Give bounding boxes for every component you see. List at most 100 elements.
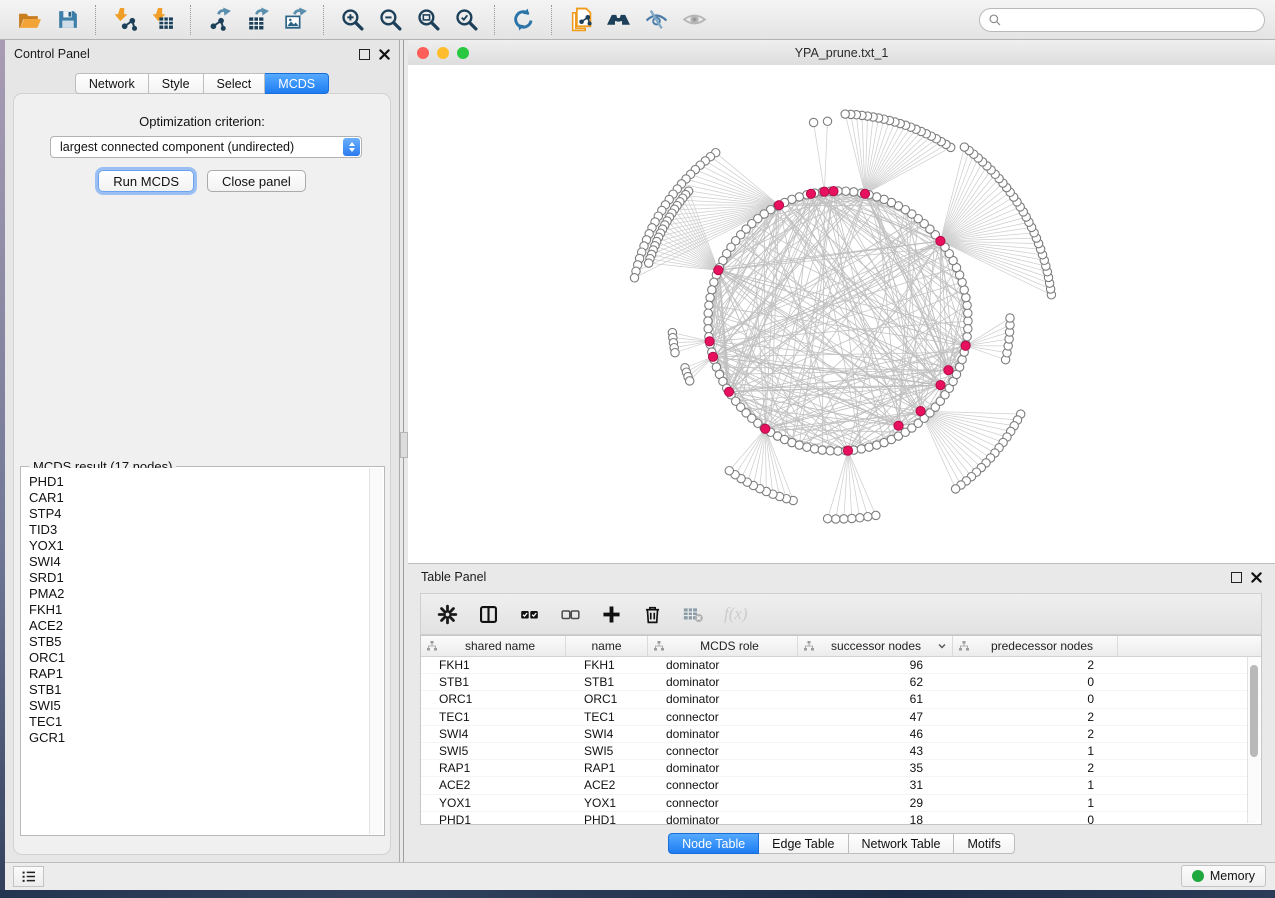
import-network-button[interactable] <box>108 5 140 35</box>
mcds-result-item[interactable]: FKH1 <box>29 602 370 618</box>
graph-hub-node[interactable] <box>936 381 945 390</box>
mcds-result-item[interactable]: ORC1 <box>29 650 370 666</box>
graph-hub-node[interactable] <box>936 236 945 245</box>
mcds-result-item[interactable]: STB5 <box>29 634 370 650</box>
panel-splitter[interactable] <box>400 40 408 862</box>
graph-node[interactable] <box>960 143 968 151</box>
mcds-result-item[interactable]: TID3 <box>29 522 370 538</box>
zoom-out-button[interactable] <box>374 5 406 35</box>
mcds-result-item[interactable]: YOX1 <box>29 538 370 554</box>
graph-node[interactable] <box>708 286 716 294</box>
deselect-all-button[interactable] <box>560 604 581 625</box>
zoom-selected-button[interactable] <box>450 5 482 35</box>
network-view[interactable] <box>408 65 1275 563</box>
settings-button[interactable] <box>437 604 458 625</box>
graph-node[interactable] <box>963 333 971 341</box>
graph-node[interactable] <box>951 485 959 493</box>
table-scrollbar[interactable] <box>1247 657 1260 823</box>
graph-node[interactable] <box>810 445 818 453</box>
close-panel-button[interactable]: Close panel <box>207 170 306 192</box>
mcds-result-item[interactable]: PHD1 <box>29 474 370 490</box>
tab-network-table[interactable]: Network Table <box>849 833 955 854</box>
tab-edge-table[interactable]: Edge Table <box>759 833 848 854</box>
graph-hub-node[interactable] <box>944 366 953 375</box>
graph-node[interactable] <box>864 513 872 521</box>
mcds-result-item[interactable]: PMA2 <box>29 586 370 602</box>
show-panels-button[interactable] <box>13 866 44 887</box>
column-header-shared-name[interactable]: shared name <box>421 636 566 656</box>
graph-hub-node[interactable] <box>761 424 770 433</box>
tab-style[interactable]: Style <box>149 73 204 94</box>
search-network-button[interactable] <box>602 5 634 35</box>
mcds-result-item[interactable]: RAP1 <box>29 666 370 682</box>
table-row[interactable]: TEC1TEC1connector472 <box>421 709 1261 726</box>
graph-node[interactable] <box>832 515 840 523</box>
graph-node[interactable] <box>964 309 972 317</box>
criterion-select[interactable]: largest connected component (undirected) <box>50 136 362 158</box>
graph-hub-node[interactable] <box>961 341 970 350</box>
graph-node[interactable] <box>818 446 826 454</box>
graph-node[interactable] <box>706 293 714 301</box>
graph-node[interactable] <box>962 293 970 301</box>
graph-node[interactable] <box>704 317 712 325</box>
splitter-grip[interactable] <box>400 432 408 458</box>
graph-hub-node[interactable] <box>843 446 852 455</box>
graph-hub-node[interactable] <box>829 187 838 196</box>
column-header-predecessor-nodes[interactable]: predecessor nodes <box>953 636 1118 656</box>
graph-node[interactable] <box>872 511 880 519</box>
graph-node[interactable] <box>671 349 679 357</box>
open-file-button[interactable] <box>13 5 45 35</box>
graph-node[interactable] <box>963 301 971 309</box>
graph-hub-node[interactable] <box>806 189 815 198</box>
graph-node[interactable] <box>630 274 638 282</box>
table-row[interactable]: ORC1ORC1dominator610 <box>421 691 1261 708</box>
share-document-button[interactable] <box>564 5 596 35</box>
mcds-result-list[interactable]: PHD1CAR1STP4TID3YOX1SWI4SRD1PMA2FKH1ACE2… <box>22 468 370 834</box>
graph-hub-node[interactable] <box>774 201 783 210</box>
graph-hub-node[interactable] <box>708 352 717 361</box>
zoom-in-button[interactable] <box>336 5 368 35</box>
column-header-successor-nodes[interactable]: successor nodes <box>798 636 953 656</box>
save-session-button[interactable] <box>51 5 83 35</box>
table-row[interactable]: STB1STB1dominator620 <box>421 674 1261 691</box>
graph-hub-node[interactable] <box>724 387 733 396</box>
graph-node[interactable] <box>856 514 864 522</box>
graph-node[interactable] <box>1006 314 1014 322</box>
graph-node[interactable] <box>704 309 712 317</box>
mcds-result-item[interactable]: SRD1 <box>29 570 370 586</box>
export-image-button[interactable] <box>279 5 311 35</box>
network-canvas[interactable] <box>408 65 1275 563</box>
graph-node[interactable] <box>826 447 834 455</box>
graph-node[interactable] <box>848 514 856 522</box>
graph-hub-node[interactable] <box>705 337 714 346</box>
close-panel-icon[interactable] <box>1251 572 1262 583</box>
add-row-button[interactable] <box>601 604 622 625</box>
tab-motifs[interactable]: Motifs <box>954 833 1014 854</box>
graph-node[interactable] <box>823 515 831 523</box>
graph-hub-node[interactable] <box>860 189 869 198</box>
table-row[interactable]: SWI5SWI5connector431 <box>421 743 1261 760</box>
float-window-icon[interactable] <box>1231 572 1242 583</box>
mcds-result-item[interactable]: STP4 <box>29 506 370 522</box>
table-row[interactable]: PHD1PHD1dominator180 <box>421 812 1261 825</box>
delete-row-button[interactable] <box>642 604 663 625</box>
result-list-scrollbar[interactable] <box>369 468 383 834</box>
graph-node[interactable] <box>705 301 713 309</box>
memory-button[interactable]: Memory <box>1181 865 1266 887</box>
mcds-result-item[interactable]: STB1 <box>29 682 370 698</box>
graph-node[interactable] <box>809 118 817 126</box>
graph-node[interactable] <box>823 117 831 125</box>
table-row[interactable]: RAP1RAP1dominator352 <box>421 760 1261 777</box>
zoom-fit-button[interactable] <box>412 5 444 35</box>
mcds-result-item[interactable]: SWI4 <box>29 554 370 570</box>
tab-node-table[interactable]: Node Table <box>668 833 759 854</box>
mcds-result-item[interactable]: CAR1 <box>29 490 370 506</box>
select-all-button[interactable] <box>519 604 540 625</box>
export-table-button[interactable] <box>241 5 273 35</box>
refresh-button[interactable] <box>507 5 539 35</box>
mcds-result-item[interactable]: SWI5 <box>29 698 370 714</box>
tab-select[interactable]: Select <box>204 73 266 94</box>
graph-node[interactable] <box>834 447 842 455</box>
graph-node[interactable] <box>850 188 858 196</box>
hide-graphics-details-button[interactable] <box>640 5 672 35</box>
